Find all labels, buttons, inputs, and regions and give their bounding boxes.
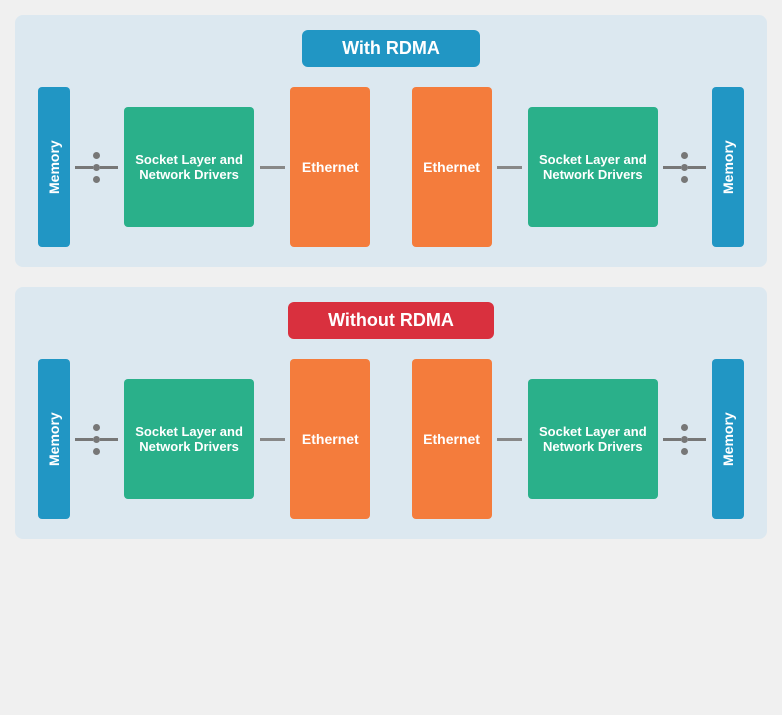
no-rdma-right-ethernet-label: Ethernet — [423, 431, 480, 447]
with-rdma-title: With RDMA — [302, 30, 480, 67]
left-between — [260, 166, 285, 169]
with-rdma-title-text: With RDMA — [342, 38, 440, 58]
left-ethernet-label: Ethernet — [302, 159, 359, 175]
between-line-left — [260, 166, 285, 169]
no-rdma-right-between — [497, 438, 522, 441]
no-rdma-rdot1 — [681, 424, 688, 431]
no-rdma-left-dots — [93, 424, 100, 455]
left-line1 — [75, 166, 93, 169]
no-rdma-right-socket-block: Socket Layer and Network Drivers — [528, 379, 658, 499]
dot2 — [93, 164, 100, 171]
no-rdma-right-dots — [681, 424, 688, 455]
no-rdma-left-mem-connector — [75, 424, 118, 455]
right-ethernet-block: Ethernet — [412, 87, 492, 247]
rdot3 — [681, 176, 688, 183]
right-memory-block: Memory — [712, 87, 744, 247]
no-rdma-right-ethernet-block: Ethernet — [412, 359, 492, 519]
with-rdma-diagram: With RDMA Memory Socket Layer and Networ… — [15, 15, 767, 267]
dot1 — [93, 152, 100, 159]
left-socket-block: Socket Layer and Network Drivers — [124, 107, 254, 227]
left-memory-label: Memory — [46, 140, 62, 194]
left-line2 — [100, 166, 118, 169]
dot3 — [93, 176, 100, 183]
between-line-right — [497, 166, 522, 169]
no-rdma-dot3 — [93, 448, 100, 455]
no-rdma-left-ethernet-label: Ethernet — [302, 431, 359, 447]
no-rdma-left-socket-block: Socket Layer and Network Drivers — [124, 379, 254, 499]
without-rdma-diagram: Without RDMA Memory Socket Layer and Net… — [15, 287, 767, 539]
right-mem-connector — [663, 152, 706, 183]
no-rdma-right-socket-label: Socket Layer and Network Drivers — [538, 424, 648, 454]
without-rdma-title: Without RDMA — [288, 302, 494, 339]
right-dots — [681, 152, 688, 183]
left-socket-label: Socket Layer and Network Drivers — [134, 152, 244, 182]
left-mem-connector — [75, 152, 118, 183]
without-rdma-title-text: Without RDMA — [328, 310, 454, 330]
rdot2 — [681, 164, 688, 171]
right-line1 — [663, 166, 681, 169]
no-rdma-left-socket-label: Socket Layer and Network Drivers — [134, 424, 244, 454]
no-rdma-right-memory-label: Memory — [720, 412, 736, 466]
no-rdma-between-line-right — [497, 438, 522, 441]
right-between — [497, 166, 522, 169]
right-socket-block: Socket Layer and Network Drivers — [528, 107, 658, 227]
with-rdma-content: Memory Socket Layer and Network Drivers … — [35, 87, 747, 247]
left-dots — [93, 152, 100, 183]
left-ethernet-block: Ethernet — [290, 87, 370, 247]
no-rdma-dot1 — [93, 424, 100, 431]
no-rdma-dot2 — [93, 436, 100, 443]
no-rdma-right-line1 — [663, 438, 681, 441]
no-rdma-left-line2 — [100, 438, 118, 441]
without-rdma-content: Memory Socket Layer and Network Drivers … — [35, 359, 747, 519]
right-memory-label: Memory — [720, 140, 736, 194]
no-rdma-right-memory-block: Memory — [712, 359, 744, 519]
no-rdma-right-line2 — [688, 438, 706, 441]
no-rdma-right-mem-connector — [663, 424, 706, 455]
no-rdma-rdot3 — [681, 448, 688, 455]
no-rdma-left-memory-label: Memory — [46, 412, 62, 466]
left-memory-block: Memory — [38, 87, 70, 247]
no-rdma-left-ethernet-block: Ethernet — [290, 359, 370, 519]
rdot1 — [681, 152, 688, 159]
right-ethernet-label: Ethernet — [423, 159, 480, 175]
no-rdma-rdot2 — [681, 436, 688, 443]
right-socket-label: Socket Layer and Network Drivers — [538, 152, 648, 182]
no-rdma-left-line1 — [75, 438, 93, 441]
right-line2 — [688, 166, 706, 169]
no-rdma-left-memory-block: Memory — [38, 359, 70, 519]
no-rdma-between-line-left — [260, 438, 285, 441]
no-rdma-left-between — [260, 438, 285, 441]
